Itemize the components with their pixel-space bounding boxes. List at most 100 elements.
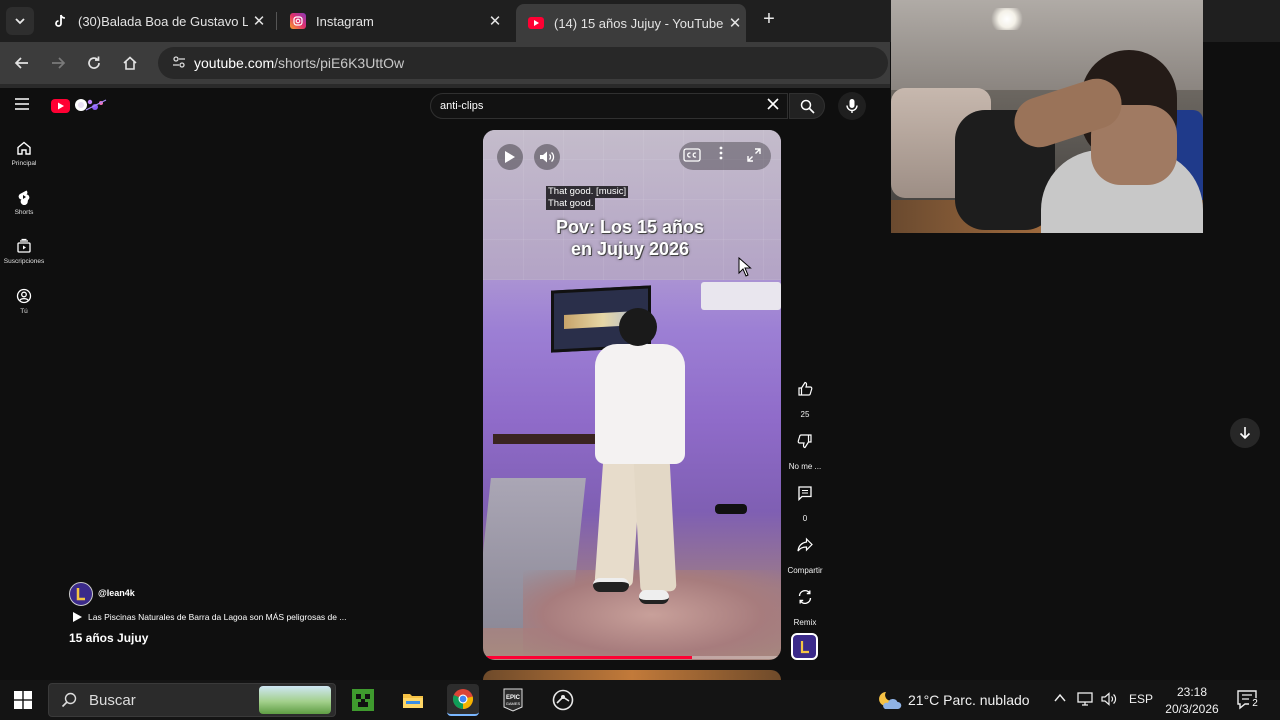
video-person-leg: [633, 455, 677, 593]
video-progress-fill: [483, 656, 692, 659]
overlay-title-line: en Jujuy 2026: [570, 239, 690, 259]
taskbar-search-label: Buscar: [89, 691, 136, 709]
search-button[interactable]: [789, 93, 825, 119]
channel-name[interactable]: @lean4k: [98, 588, 135, 598]
taskbar-search[interactable]: Buscar: [48, 683, 336, 717]
remix-icon: [787, 579, 823, 615]
show-hidden-icons-button[interactable]: [1054, 692, 1066, 706]
like-button[interactable]: 25: [785, 371, 825, 419]
microphone-icon: [846, 99, 858, 113]
site-info-icon[interactable]: [164, 55, 194, 72]
play-icon: [505, 151, 515, 163]
sidebar-item-tu[interactable]: Tú: [0, 287, 48, 315]
clear-search-button[interactable]: [763, 96, 783, 116]
new-tab-button[interactable]: +: [758, 9, 780, 31]
video-title: 15 años Jujuy: [69, 631, 149, 645]
sidebar-item-principal[interactable]: Principal: [0, 139, 48, 167]
youtube-logo[interactable]: [50, 96, 110, 116]
clock[interactable]: 23:18 20/3/2026: [1160, 684, 1224, 718]
more-options-button[interactable]: [717, 146, 725, 164]
menu-button[interactable]: [14, 96, 34, 116]
sidebar-item-label: Shorts: [14, 209, 34, 216]
share-button[interactable]: Compartir: [785, 527, 825, 575]
share-label: Compartir: [787, 566, 823, 575]
language-indicator[interactable]: ESP: [1129, 692, 1153, 706]
shorts-video-player[interactable]: That good. [music] That good. Pov: Los 1…: [483, 130, 781, 660]
voice-search-button[interactable]: [838, 92, 866, 120]
play-icon: [73, 612, 82, 622]
clock-date: 20/3/2026: [1165, 702, 1219, 716]
hamburger-icon: [15, 98, 29, 110]
tab-title: (30)Balada Boa de Gustavo Lima: [78, 13, 248, 29]
remix-button[interactable]: Remix: [785, 579, 825, 627]
search-icon: [800, 99, 815, 114]
sidebar-item-shorts[interactable]: Shorts: [0, 188, 48, 216]
caption-line: That good.: [546, 198, 596, 210]
tab-youtube[interactable]: (14) 15 años Jujuy - YouTube ✕: [516, 4, 746, 42]
close-tab-icon[interactable]: ✕: [484, 12, 506, 30]
toolbar-divider: [0, 84, 890, 88]
fullscreen-button[interactable]: [747, 148, 763, 164]
user-icon: [16, 287, 32, 305]
channel-avatar[interactable]: [69, 582, 93, 606]
url-path: /shorts/piE6K3UttOw: [274, 55, 405, 71]
reload-icon: [88, 56, 100, 69]
sidebar-item-suscripciones[interactable]: Suscripciones: [0, 237, 48, 265]
play-button[interactable]: [497, 144, 523, 170]
comment-icon: [787, 475, 823, 511]
thumbs-up-icon: [787, 371, 823, 407]
taskbar-app-epic-games[interactable]: EPIC GAMES: [497, 684, 529, 716]
video-scene-air-conditioner: [701, 282, 781, 310]
channel-logo-icon: [800, 640, 809, 653]
captions-icon: [683, 148, 701, 162]
back-button[interactable]: [9, 50, 35, 76]
taskbar-app-chrome[interactable]: [447, 684, 479, 716]
weather-widget[interactable]: 21°C Parc. nublado: [876, 689, 1030, 711]
dislike-button[interactable]: No me ...: [785, 423, 825, 471]
video-captions: That good. [music] That good.: [546, 186, 629, 210]
home-icon: [123, 56, 137, 70]
sound-avatar[interactable]: [791, 633, 818, 660]
captions-button[interactable]: [683, 148, 701, 162]
browser-toolbar: youtube.com/shorts/piE6K3UttOw: [0, 42, 890, 84]
network-icon: [1077, 692, 1093, 706]
windows-start-icon[interactable]: [14, 691, 32, 709]
home-icon: [16, 139, 32, 157]
next-short-preview[interactable]: [483, 670, 781, 680]
related-video-link[interactable]: Las Piscinas Naturales de Barra da Lagoa…: [88, 612, 346, 622]
weather-text: 21°C Parc. nublado: [908, 692, 1030, 708]
tab-search-button[interactable]: [6, 7, 34, 35]
video-person-body: [595, 344, 685, 464]
forward-button[interactable]: [45, 50, 71, 76]
address-bar[interactable]: youtube.com/shorts/piE6K3UttOw: [158, 47, 888, 79]
volume-button[interactable]: [534, 144, 560, 170]
taskbar-app-steam[interactable]: [547, 684, 579, 716]
notification-center-button[interactable]: 2: [1236, 689, 1261, 711]
caption-line: That good. [music]: [546, 186, 629, 198]
video-person-head: [619, 308, 657, 346]
app-circle-icon: [552, 689, 574, 711]
share-icon: [787, 527, 823, 563]
tab-divider: [276, 12, 277, 30]
arrow-left-icon: [14, 57, 28, 69]
windows-taskbar: Buscar EPIC GAMES 21°C Parc. nublado ESP…: [0, 680, 1280, 720]
close-tab-icon[interactable]: ✕: [724, 14, 746, 32]
video-overlay-title: Pov: Los 15 años en Jujuy 2026: [483, 216, 777, 260]
home-button[interactable]: [117, 50, 143, 76]
reload-button[interactable]: [81, 50, 107, 76]
taskbar-app-file-explorer[interactable]: [397, 684, 429, 716]
search-input[interactable]: anti-clips: [430, 93, 788, 119]
close-icon: [767, 98, 779, 110]
next-video-button[interactable]: [1230, 418, 1260, 448]
chevron-down-icon: [15, 18, 25, 25]
taskbar-app-minecraft[interactable]: [347, 684, 379, 716]
video-scene-shoes: [715, 504, 747, 514]
close-tab-icon[interactable]: ✕: [248, 12, 270, 30]
comments-button[interactable]: 0: [785, 475, 825, 523]
tiktok-icon: [52, 13, 68, 29]
tab-instagram[interactable]: Instagram ✕: [278, 6, 506, 36]
volume-tray-button[interactable]: [1100, 691, 1118, 710]
network-button[interactable]: [1076, 691, 1094, 710]
arrow-right-icon: [52, 57, 66, 69]
tab-tiktok[interactable]: (30)Balada Boa de Gustavo Lima ✕: [40, 6, 270, 36]
